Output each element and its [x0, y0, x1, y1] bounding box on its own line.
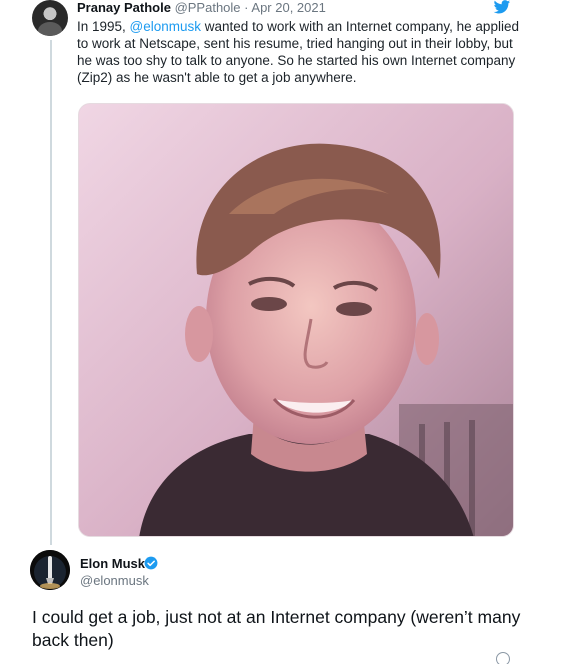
thread-connector-line	[50, 40, 52, 545]
twitter-bird-icon[interactable]	[491, 0, 513, 14]
mention-link[interactable]: @elonmusk	[130, 19, 201, 34]
partial-action-icon[interactable]	[496, 652, 510, 664]
tweet-text-intro: In 1995,	[77, 19, 130, 34]
tweet-photo[interactable]	[78, 103, 514, 537]
tweet-text: I could get a job, just not at an Intern…	[32, 607, 521, 650]
avatar-pranay[interactable]	[32, 0, 68, 36]
tweet-header: Pranay Pathole @PPathole · Apr 20, 2021	[77, 0, 326, 16]
author-handle[interactable]: @elonmusk	[80, 573, 149, 589]
photo-portrait-image	[79, 104, 513, 536]
rocket-avatar-icon	[30, 550, 70, 590]
tweet-text: In 1995, @elonmusk wanted to work with a…	[77, 18, 527, 86]
meta-separator: ·	[244, 0, 249, 15]
author-name[interactable]: Pranay Pathole	[77, 0, 171, 15]
avatar-elon[interactable]	[30, 550, 70, 590]
author-handle[interactable]: @PPathole	[175, 0, 241, 15]
tweet-date[interactable]: Apr 20, 2021	[251, 0, 325, 15]
author-name[interactable]: Elon Musk	[80, 556, 145, 572]
verified-badge-icon	[144, 556, 158, 570]
